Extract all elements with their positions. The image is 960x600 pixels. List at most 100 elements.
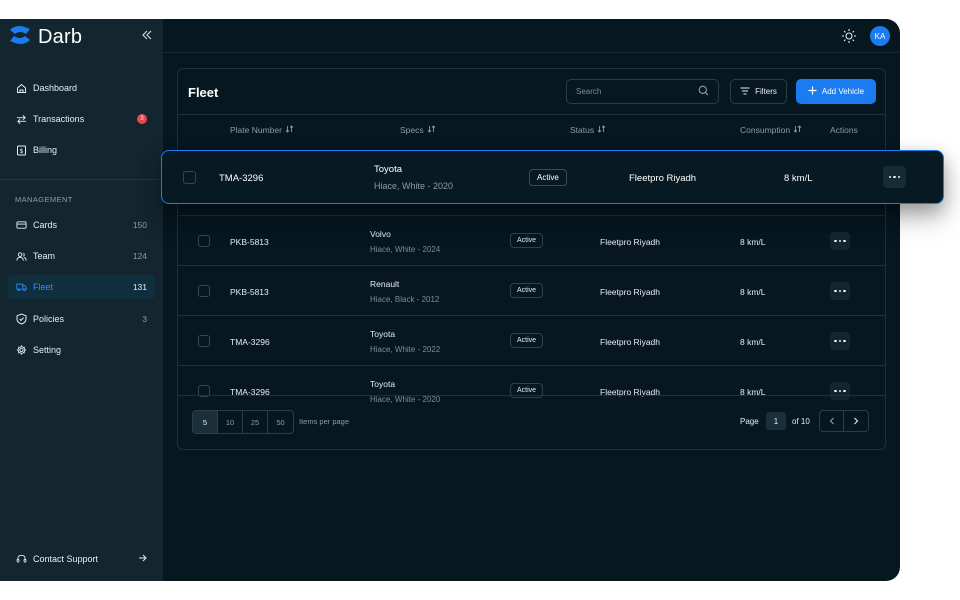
notification-badge: 3 — [137, 114, 147, 124]
darb-logo-icon — [8, 24, 32, 51]
column-label: Consumption — [740, 125, 791, 135]
filters-label: Filters — [755, 87, 777, 96]
chevron-left-icon — [829, 412, 835, 430]
team-icon — [16, 251, 27, 262]
sidebar-item-count: 150 — [132, 220, 147, 230]
page-label: Page — [740, 417, 759, 426]
table-row[interactable]: PKB-5813 Renault Hiace, Black - 2012 Act… — [178, 265, 885, 315]
add-vehicle-label: Add Vehicle — [821, 87, 865, 96]
sun-icon — [841, 29, 857, 48]
column-label: Status — [570, 125, 595, 135]
filters-button[interactable]: Filters — [730, 79, 787, 104]
column-label: Plate Number — [230, 125, 282, 135]
location: Fleetpro Riyadh — [600, 237, 661, 247]
row-checkbox[interactable] — [198, 335, 210, 347]
add-vehicle-button[interactable]: Add Vehicle — [796, 79, 876, 104]
brand-name: Darb — [38, 25, 83, 48]
highlighted-table-row[interactable]: TMA-3296 Toyota Hiace, White - 2020 Acti… — [161, 150, 944, 204]
sidebar-item-label: Transactions — [33, 114, 85, 124]
plate-number: TMA-3296 — [230, 337, 270, 347]
page-size-option[interactable]: 5 — [193, 411, 218, 433]
plate-number: PKB-5813 — [230, 237, 269, 247]
footer-divider — [178, 395, 885, 396]
sidebar-item-cards[interactable]: Cards 150 — [8, 213, 155, 237]
status-badge: Active — [510, 333, 544, 348]
vehicle-make: Volvo — [370, 229, 391, 239]
fleet-card: Fleet Filters Add Vehicle Plate Number — [177, 68, 886, 450]
column-label: Specs — [400, 125, 424, 135]
column-header-actions: Actions — [830, 125, 858, 135]
vehicle-specs: Hiace, White - 2024 — [370, 245, 441, 254]
row-actions-button[interactable] — [830, 232, 850, 250]
sort-icon — [793, 125, 802, 135]
page-size-option[interactable]: 50 — [268, 411, 293, 433]
sidebar-item-billing[interactable]: $ Billing — [8, 138, 155, 162]
sidebar-item-team[interactable]: Team 124 — [8, 244, 155, 268]
page-size-option[interactable]: 10 — [218, 411, 243, 433]
billing-icon: $ — [16, 145, 27, 156]
page-size-selector: 5 10 25 50 — [192, 410, 294, 434]
vehicle-make: Renault — [370, 279, 400, 289]
vehicle-make: Toyota — [370, 329, 396, 339]
table-row[interactable]: PKB-5813 Volvo Hiace, White - 2024 Activ… — [178, 215, 885, 265]
sort-icon — [285, 125, 294, 135]
search-input[interactable] — [576, 87, 698, 96]
vehicle-make: Toyota — [374, 164, 402, 175]
row-actions-button[interactable] — [830, 382, 850, 400]
column-header-status[interactable]: Status — [570, 125, 606, 135]
sidebar-item-policies[interactable]: Policies 3 — [8, 307, 155, 331]
sort-icon — [597, 125, 606, 135]
row-actions-button[interactable] — [830, 332, 850, 350]
row-actions-button[interactable] — [830, 282, 850, 300]
brand[interactable]: Darb — [8, 25, 82, 49]
row-checkbox[interactable] — [198, 285, 210, 297]
contact-support-link[interactable]: Contact Support — [8, 547, 155, 571]
next-page-button[interactable] — [844, 410, 869, 432]
column-label: Actions — [830, 125, 858, 135]
table-row[interactable]: TMA-3296 Toyota Hiace, White - 2022 Acti… — [178, 315, 885, 365]
sidebar-item-label: Team — [33, 251, 56, 261]
search-box[interactable] — [566, 79, 719, 104]
plate-number: TMA-3296 — [219, 173, 264, 184]
section-label: MANAGEMENT — [15, 195, 73, 204]
shield-icon — [16, 313, 27, 325]
sidebar-item-transactions[interactable]: Transactions 3 — [8, 107, 155, 131]
filter-icon — [740, 87, 750, 97]
consumption: 8 km/L — [784, 173, 813, 184]
sidebar-item-dashboard[interactable]: Dashboard — [8, 76, 155, 100]
current-page-input[interactable]: 1 — [766, 412, 786, 430]
vehicle-specs: Hiace, White - 2022 — [370, 345, 441, 354]
row-actions-button[interactable] — [883, 166, 906, 188]
sidebar-item-setting[interactable]: Setting — [8, 338, 155, 362]
vehicle-specs: Hiace, White - 2020 — [370, 395, 441, 404]
items-per-page-label: Items per page — [299, 417, 350, 426]
location: Fleetpro Riyadh — [629, 173, 697, 184]
sidebar: Darb Dashboard Transactions 3 $ Billing — [0, 19, 163, 581]
column-header-plate[interactable]: Plate Number — [230, 125, 294, 135]
collapse-sidebar-button[interactable] — [139, 28, 155, 44]
svg-text:$: $ — [19, 147, 23, 155]
card-icon — [16, 220, 27, 231]
prev-page-button[interactable] — [819, 410, 844, 432]
sidebar-item-label: Billing — [33, 145, 58, 155]
page-title: Fleet — [188, 85, 219, 100]
theme-toggle-button[interactable] — [841, 28, 857, 44]
plate-number: PKB-5813 — [230, 287, 269, 297]
vehicle-specs: Hiace, Black - 2012 — [370, 295, 440, 304]
column-header-specs[interactable]: Specs — [400, 125, 436, 135]
more-horizontal-icon — [834, 389, 846, 393]
header-divider — [178, 114, 885, 115]
sidebar-item-label: Cards — [33, 220, 58, 230]
headset-icon — [16, 554, 27, 565]
consumption: 8 km/L — [740, 287, 766, 297]
row-checkbox[interactable] — [183, 171, 196, 184]
sidebar-item-fleet[interactable]: Fleet 131 — [8, 275, 155, 299]
vehicle-specs: Hiace, White - 2020 — [374, 181, 454, 191]
more-horizontal-icon — [834, 289, 846, 293]
transfer-icon — [16, 114, 27, 125]
page-size-option[interactable]: 25 — [243, 411, 268, 433]
column-header-consumption[interactable]: Consumption — [740, 125, 802, 135]
row-checkbox[interactable] — [198, 235, 210, 247]
table-row[interactable]: TMA-3296 Toyota Hiace, White - 2020 Acti… — [178, 365, 885, 415]
avatar[interactable]: KA — [870, 26, 890, 46]
